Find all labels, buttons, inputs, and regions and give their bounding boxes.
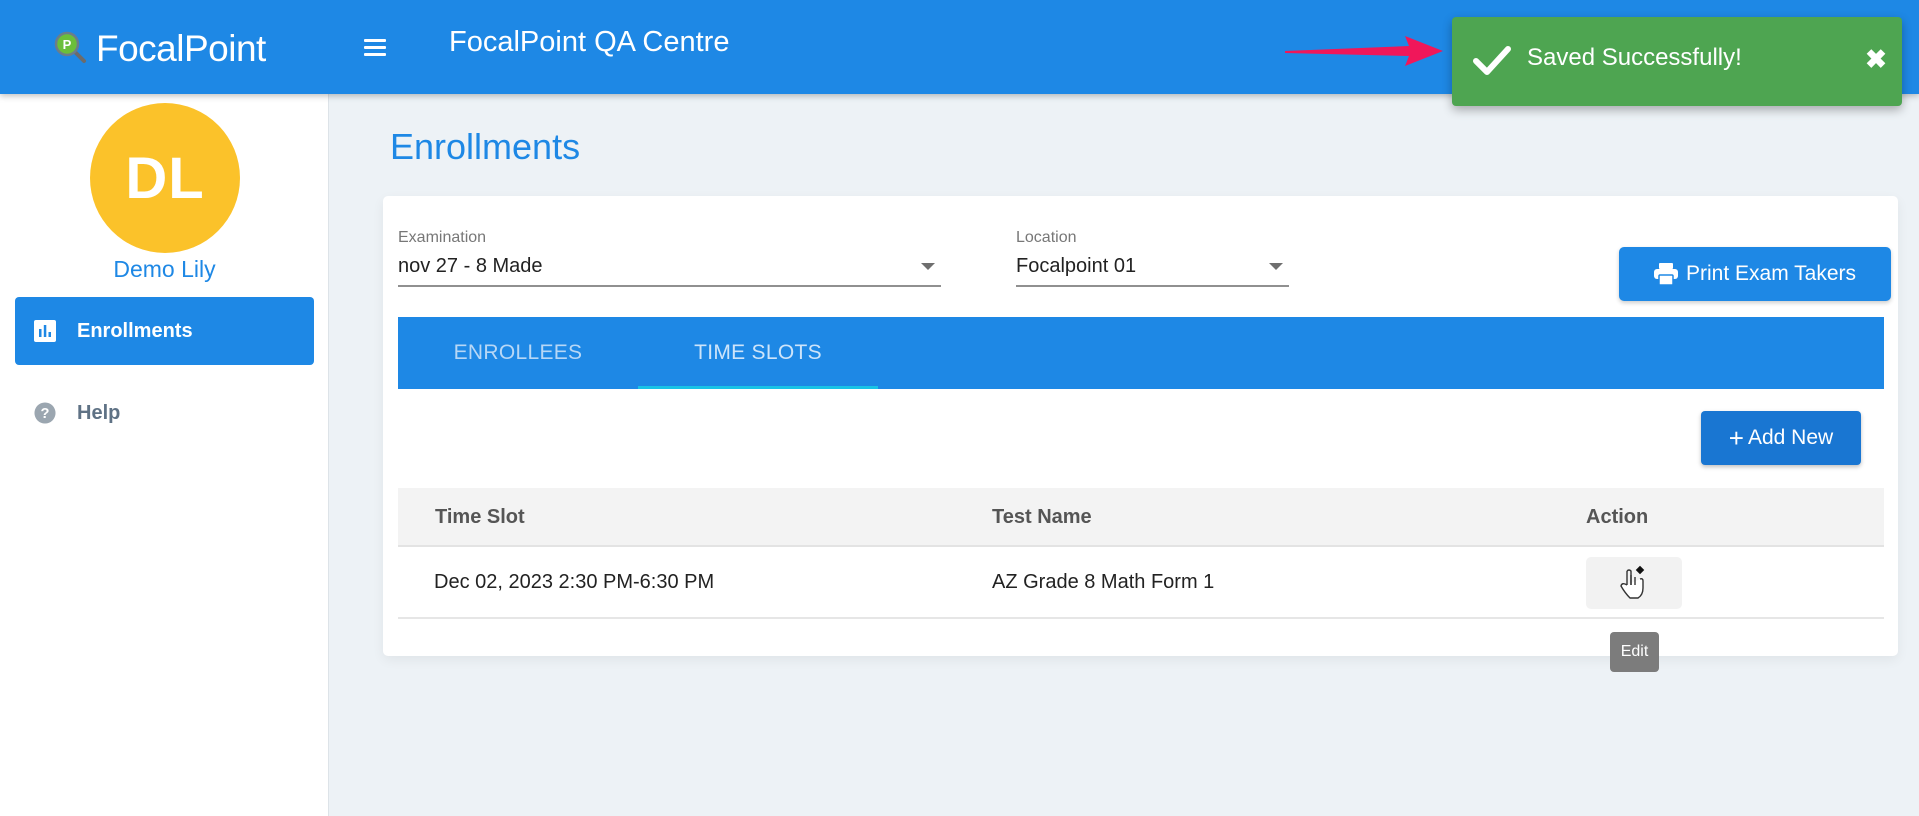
bar-chart-icon	[34, 320, 56, 342]
user-name[interactable]: Demo Lily	[0, 256, 329, 283]
location-select[interactable]: Focalpoint 01	[1016, 253, 1289, 287]
print-button-label: Print Exam Takers	[1686, 262, 1856, 285]
edit-button[interactable]	[1586, 557, 1682, 609]
table-row: Dec 02, 2023 2:30 PM-6:30 PM AZ Grade 8 …	[398, 547, 1884, 619]
toast-message: Saved Successfully!	[1527, 44, 1742, 71]
location-label: Location	[1016, 229, 1077, 246]
time-slot-cell: Dec 02, 2023 2:30 PM-6:30 PM	[434, 571, 715, 593]
tab-bar: ENROLLEES TIME SLOTS	[398, 317, 1884, 389]
location-value: Focalpoint 01	[1016, 255, 1137, 277]
examination-value: nov 27 - 8 Made	[398, 255, 543, 277]
sidebar-item-label: Enrollments	[77, 319, 193, 342]
examination-field: Examination nov 27 - 8 Made	[398, 229, 941, 287]
chevron-down-icon	[921, 263, 935, 270]
print-exam-takers-button[interactable]: Print Exam Takers	[1619, 247, 1891, 301]
edit-tooltip: Edit	[1610, 632, 1659, 672]
tab-enrollees[interactable]: ENROLLEES	[398, 317, 638, 389]
focalpoint-logo-icon: P	[54, 31, 90, 67]
avatar[interactable]: DL	[90, 103, 240, 253]
sidebar-item-label: Help	[77, 401, 121, 424]
active-tab-indicator	[638, 386, 878, 389]
examination-select[interactable]: nov 27 - 8 Made	[398, 253, 941, 287]
hamburger-menu-icon[interactable]	[364, 34, 390, 60]
table-header: Time Slot Test Name Action	[398, 488, 1884, 547]
examination-label: Examination	[398, 229, 487, 246]
add-new-button[interactable]: + Add New	[1701, 411, 1861, 465]
brand[interactable]: P FocalPoint	[54, 28, 266, 70]
edit-icon	[1620, 565, 1645, 599]
test-name-cell: AZ Grade 8 Math Form 1	[992, 571, 1215, 593]
column-header-action: Action	[1586, 506, 1649, 528]
time-slots-table: Time Slot Test Name Action Dec 02, 2023 …	[398, 488, 1884, 619]
column-header-time-slot[interactable]: Time Slot	[435, 506, 525, 529]
printer-icon	[1654, 263, 1678, 285]
pointer-arrow-annotation	[1285, 36, 1443, 66]
column-header-test-name[interactable]: Test Name	[992, 506, 1092, 529]
page-title: Enrollments	[390, 126, 581, 167]
sidebar-item-help[interactable]: ? Help	[15, 379, 314, 447]
svg-text:P: P	[63, 37, 72, 52]
help-circle-icon: ?	[34, 402, 56, 424]
app-title: FocalPoint QA Centre	[449, 26, 730, 58]
plus-icon: +	[1728, 423, 1744, 453]
tab-time-slots[interactable]: TIME SLOTS	[638, 317, 878, 389]
check-icon	[1473, 46, 1511, 75]
sidebar-item-enrollments[interactable]: Enrollments	[15, 297, 314, 365]
sidebar: DL Demo Lily Enrollments ? Help	[0, 94, 329, 816]
svg-text:?: ?	[41, 406, 50, 422]
brand-name: FocalPoint	[96, 28, 266, 69]
close-icon[interactable]: ✖	[1864, 44, 1888, 74]
location-field: Location Focalpoint 01	[1016, 229, 1289, 287]
success-toast: Saved Successfully! ✖	[1452, 17, 1902, 106]
chevron-down-icon	[1269, 263, 1283, 270]
add-new-label: Add New	[1747, 426, 1834, 449]
